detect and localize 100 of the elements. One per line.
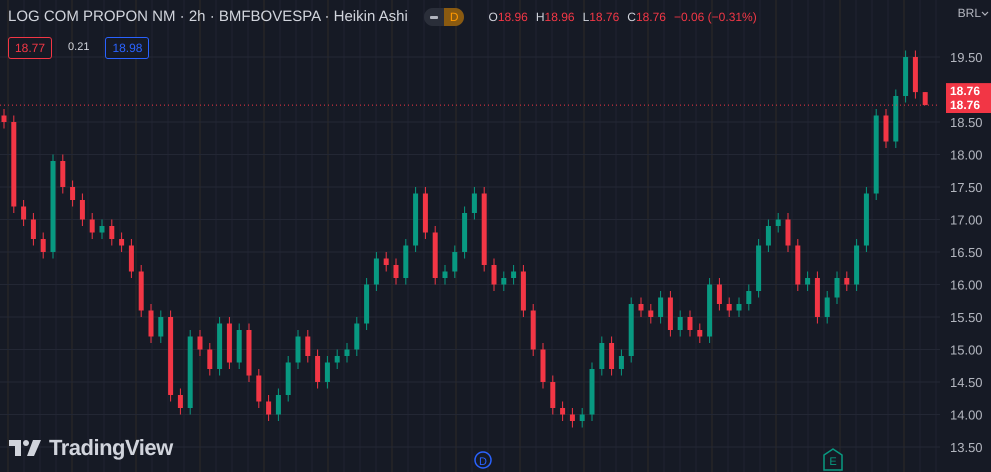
logo-text: TradingView bbox=[49, 434, 173, 462]
candlestick bbox=[893, 89, 898, 148]
axis-label: 15.50 bbox=[950, 310, 983, 325]
candlestick bbox=[590, 362, 594, 422]
candlestick bbox=[246, 323, 252, 382]
candlestick bbox=[344, 342, 350, 363]
candlestick bbox=[403, 238, 408, 285]
axis-label: 17.00 bbox=[950, 212, 983, 228]
ohlc-value: C18.76 bbox=[627, 9, 666, 26]
candlestick bbox=[884, 108, 888, 148]
candlestick bbox=[844, 271, 850, 292]
logo-icon bbox=[9, 440, 41, 456]
candlestick bbox=[462, 206, 468, 259]
buy-button[interactable]: 18.98 bbox=[105, 36, 150, 58]
candlestick bbox=[697, 323, 702, 344]
indicator-toggle[interactable]: D bbox=[424, 8, 464, 26]
candlestick bbox=[648, 304, 654, 324]
candlestick bbox=[511, 264, 516, 285]
sell-button[interactable]: 18.77 bbox=[8, 36, 52, 58]
candlestick bbox=[60, 154, 66, 194]
price-label: 18.76 bbox=[946, 83, 991, 98]
candlestick bbox=[119, 232, 124, 252]
candlestick bbox=[198, 330, 202, 356]
candlestick bbox=[492, 258, 496, 292]
candlestick bbox=[570, 408, 575, 428]
caret-icon bbox=[981, 11, 989, 17]
candlestick bbox=[324, 356, 330, 389]
candlestick bbox=[520, 264, 526, 318]
candlestick bbox=[912, 50, 918, 100]
axis-label: 14.00 bbox=[950, 408, 983, 422]
candlestick bbox=[100, 219, 104, 240]
candlestick bbox=[550, 375, 556, 415]
candlestick bbox=[334, 349, 340, 370]
candlestick bbox=[726, 297, 732, 318]
candlestick bbox=[805, 271, 810, 292]
axis-label: 17.50 bbox=[950, 180, 983, 195]
candlestick bbox=[30, 212, 36, 246]
candlestick bbox=[128, 238, 134, 278]
candlestick bbox=[266, 394, 272, 422]
candlestick bbox=[178, 388, 183, 415]
candlestick bbox=[256, 368, 262, 408]
candlestick bbox=[580, 408, 585, 428]
price-change: −0.06 (−0.31%) bbox=[674, 9, 757, 26]
axis-label: 18.50 bbox=[950, 115, 983, 130]
candlestick bbox=[364, 278, 370, 330]
candlestick bbox=[746, 284, 752, 311]
candlestick bbox=[864, 186, 869, 252]
candlestick bbox=[374, 252, 379, 292]
candlestick bbox=[766, 219, 771, 252]
candlestick bbox=[560, 401, 566, 422]
candlestick bbox=[70, 180, 76, 207]
candlestick bbox=[540, 342, 546, 389]
candlestick bbox=[442, 264, 448, 285]
price-label: 18.76 bbox=[946, 98, 991, 114]
candlestick bbox=[422, 186, 428, 240]
candlestick bbox=[207, 342, 212, 376]
candlestick bbox=[854, 238, 860, 292]
candlestick bbox=[678, 310, 683, 337]
candlestick bbox=[922, 92, 928, 106]
candlestick bbox=[638, 297, 644, 318]
candlestick bbox=[158, 310, 164, 344]
candlestick bbox=[138, 264, 144, 318]
candlestick bbox=[394, 258, 398, 285]
candlestick bbox=[707, 278, 712, 344]
candlestick bbox=[756, 238, 762, 298]
candlestick bbox=[109, 219, 114, 246]
axis-label: 13.50 bbox=[950, 440, 983, 455]
candlestick bbox=[305, 330, 310, 363]
candlestick bbox=[628, 297, 634, 363]
candlestick bbox=[236, 323, 242, 370]
candlestick bbox=[688, 310, 692, 337]
candlestick bbox=[296, 330, 300, 370]
axis-label: 18.00 bbox=[950, 148, 983, 162]
candlestick bbox=[354, 316, 360, 356]
candlestick bbox=[834, 271, 840, 304]
candlestick bbox=[21, 200, 26, 226]
axis-label: 14.50 bbox=[950, 375, 983, 390]
candlestick bbox=[658, 290, 664, 324]
candlestick bbox=[668, 290, 673, 337]
candlestick bbox=[226, 316, 232, 370]
candlestick bbox=[276, 388, 281, 422]
axis-label: 15.00 bbox=[950, 342, 983, 358]
candlestick bbox=[795, 238, 800, 292]
candlestick bbox=[609, 336, 614, 376]
candlestick bbox=[472, 186, 477, 220]
candlestick bbox=[786, 212, 790, 252]
candlestick bbox=[2, 108, 6, 129]
candlestick bbox=[599, 336, 604, 376]
ref-line-label: 18.76 bbox=[950, 84, 980, 98]
candlestick bbox=[824, 290, 830, 324]
candlestick bbox=[432, 226, 438, 285]
candlestick bbox=[452, 245, 458, 278]
event-marker[interactable]: D bbox=[474, 451, 492, 469]
candlestick bbox=[315, 349, 320, 389]
candlestick bbox=[217, 316, 222, 376]
candlestick bbox=[286, 356, 291, 402]
event-marker[interactable]: E bbox=[823, 448, 843, 471]
spread-value: 0.21 bbox=[68, 40, 90, 56]
candlestick bbox=[148, 304, 154, 344]
candlestick bbox=[530, 304, 536, 356]
